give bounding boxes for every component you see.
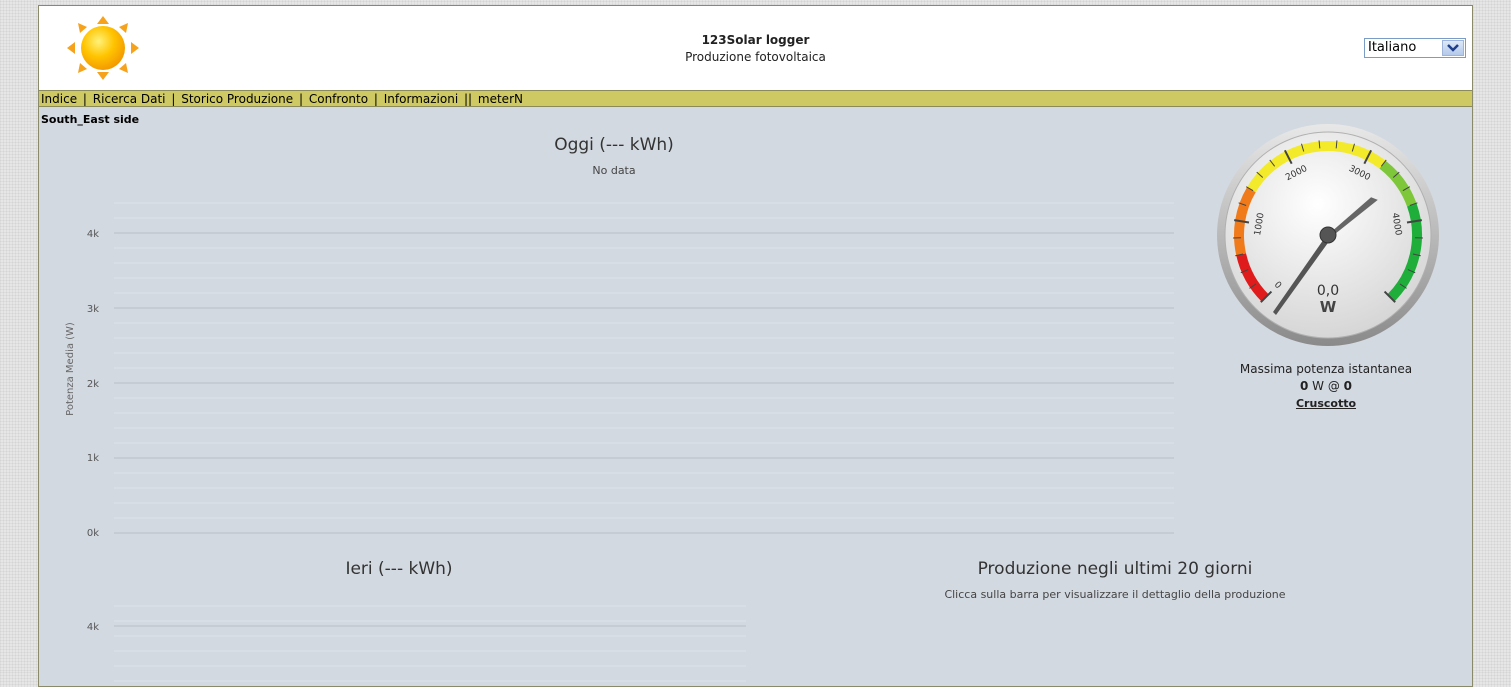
dashboard-link-wrap: Cruscotto (1226, 396, 1426, 410)
nav-item-indice[interactable]: Indice (41, 92, 77, 106)
nav-separator: || (462, 92, 474, 106)
yesterday-chart-gridlines (114, 606, 746, 681)
last20-chart-title: Produzione negli ultimi 20 giorni (865, 559, 1365, 579)
max-power-value: 0 W @ 0 (1226, 379, 1426, 393)
chevron-down-icon (1443, 41, 1463, 55)
nav-separator: | (372, 92, 380, 106)
max-power-amount: 0 (1300, 379, 1308, 393)
today-chart-title: Oggi (--- kWh) (414, 135, 814, 155)
today-chart: 4k 3k 2k 1k 0k Potenza Media (W) (39, 191, 1189, 541)
yesterday-chart-title: Ieri (--- kWh) (199, 559, 599, 579)
language-select-value: Italiano (1368, 40, 1416, 55)
ytick-label: 2k (87, 379, 99, 390)
gauge-value: 0,0 (1317, 283, 1339, 299)
power-gauge: 0 1000 2000 3000 4000 0,0 W (1216, 123, 1440, 347)
nav-item-informazioni[interactable]: Informazioni (384, 92, 458, 106)
gauge-unit: W (1320, 298, 1337, 316)
ytick-label: 4k (87, 229, 99, 240)
max-power-time: 0 (1344, 379, 1352, 393)
ytick-label: 4k (87, 622, 99, 633)
site-name: South_East side (41, 113, 139, 126)
nav-bar: Indice | Ricerca Dati | Storico Produzio… (39, 90, 1472, 107)
app-subtitle: Produzione fotovoltaica (39, 50, 1472, 64)
nav-separator: | (169, 92, 177, 106)
max-power-unit: W @ (1312, 379, 1340, 393)
nav-item-storico-produzione[interactable]: Storico Produzione (181, 92, 293, 106)
today-chart-subtitle: No data (414, 164, 814, 177)
ytick-label: 0k (87, 528, 99, 539)
gauge-hub (1320, 227, 1336, 243)
nav-item-ricerca-dati[interactable]: Ricerca Dati (93, 92, 166, 106)
header: 123Solar logger Produzione fotovoltaica … (39, 6, 1472, 90)
max-power-caption: Massima potenza istantanea (1226, 362, 1426, 376)
page-frame: 123Solar logger Produzione fotovoltaica … (38, 5, 1473, 687)
last20-chart-subtitle: Clicca sulla barra per visualizzare il d… (865, 588, 1365, 601)
sun-logo-icon (67, 16, 139, 80)
ytick-label: 3k (87, 304, 99, 315)
nav-item-metern[interactable]: meterN (478, 92, 523, 106)
ytick-label: 1k (87, 453, 99, 464)
dashboard-link[interactable]: Cruscotto (1296, 397, 1356, 410)
yesterday-chart: 4k (39, 596, 759, 686)
nav-item-confronto[interactable]: Confronto (309, 92, 368, 106)
today-chart-ylabel: Potenza Media (W) (65, 322, 76, 416)
app-title: 123Solar logger (39, 33, 1472, 47)
dropdown-button[interactable] (1442, 40, 1464, 56)
today-chart-yticks: 4k 3k 2k 1k 0k (87, 229, 99, 539)
language-select[interactable]: Italiano (1364, 38, 1466, 58)
today-chart-minor-gridlines (114, 203, 1174, 533)
nav-separator: | (81, 92, 89, 106)
nav-separator: | (297, 92, 305, 106)
